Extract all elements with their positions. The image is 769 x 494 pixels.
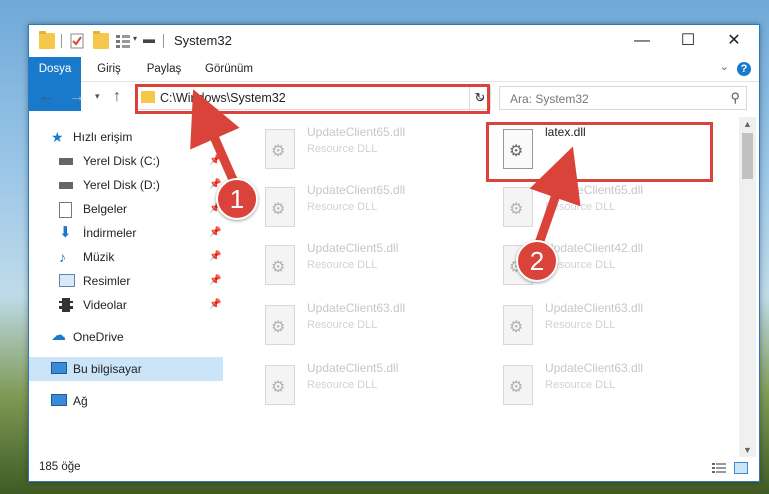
step-badge-1: 1	[216, 178, 258, 220]
step-badge-2: 2	[516, 240, 558, 282]
arrow-step-1	[190, 89, 240, 184]
annotation-arrows	[190, 89, 581, 254]
